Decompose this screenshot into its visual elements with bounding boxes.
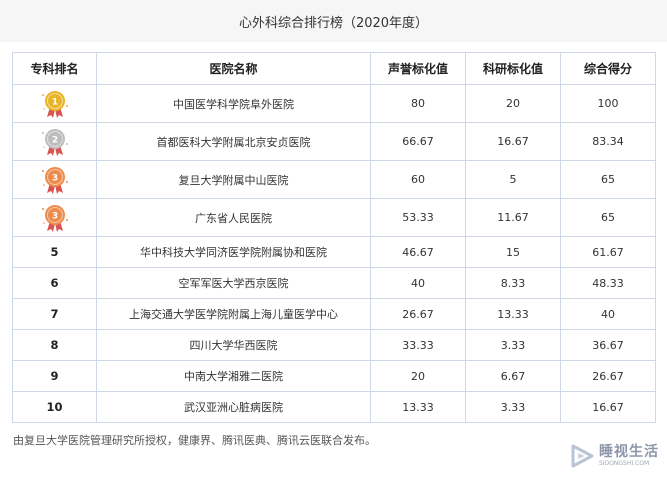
hospital-name-cell: 华中科技大学同济医学院附属协和医院	[96, 236, 371, 268]
total-score-cell: 48.33	[560, 267, 656, 299]
watermark-logo: 睡视生活 SIDONGSHI.COM	[569, 443, 659, 469]
medal-rank-number: 2	[51, 135, 57, 145]
rank-cell: 6	[12, 267, 97, 299]
hospital-name-cell: 中南大学湘雅二医院	[96, 360, 371, 392]
research-score-cell: 20	[465, 84, 561, 123]
header-reputation: 声誉标化值	[370, 52, 466, 85]
table-row: 8 四川大学华西医院 33.33 3.33 36.67	[12, 329, 656, 361]
header-total: 综合得分	[560, 52, 656, 85]
research-score-cell: 16.67	[465, 122, 561, 161]
rank-cell: 3	[12, 160, 97, 199]
table-header-row: 专科排名 医院名称 声誉标化值 科研标化值 综合得分	[12, 52, 656, 85]
table-row: 1 中国医学科学院阜外医院 80 20 100	[12, 84, 656, 123]
hospital-name-cell: 武汉亚洲心脏病医院	[96, 391, 371, 423]
reputation-score-cell: 26.67	[370, 298, 466, 330]
table-row: 2 首都医科大学附属北京安贞医院 66.67 16.67 83.34	[12, 122, 656, 161]
reputation-score-cell: 40	[370, 267, 466, 299]
table-row: 6 空军军医大学西京医院 40 8.33 48.33	[12, 267, 656, 299]
medal-rank-number: 3	[51, 211, 57, 221]
total-score-cell: 83.34	[560, 122, 656, 161]
reputation-score-cell: 60	[370, 160, 466, 199]
rank-cell: 5	[12, 236, 97, 268]
header-rank: 专科排名	[12, 52, 97, 85]
ranking-table: 专科排名 医院名称 声誉标化值 科研标化值 综合得分 1 中国医学科学院阜外医院 8…	[12, 52, 656, 423]
table-row: 3 复旦大学附属中山医院 60 5 65	[12, 160, 656, 199]
reputation-score-cell: 66.67	[370, 122, 466, 161]
header-research: 科研标化值	[465, 52, 561, 85]
reputation-score-cell: 46.67	[370, 236, 466, 268]
medal-rank-number: 3	[51, 173, 57, 183]
gold-medal-icon: 1	[41, 90, 68, 118]
footer-note: 由复旦大学医院管理研究所授权，健康界、腾讯医典、腾讯云医联合发布。	[13, 434, 376, 447]
silver-medal-icon: 2	[41, 128, 68, 156]
rank-cell: 8	[12, 329, 97, 361]
rank-cell: 2	[12, 122, 97, 161]
research-score-cell: 11.67	[465, 198, 561, 237]
hospital-name-cell: 上海交通大学医学院附属上海儿童医学中心	[96, 298, 371, 330]
total-score-cell: 36.67	[560, 329, 656, 361]
total-score-cell: 26.67	[560, 360, 656, 392]
hospital-name-cell: 复旦大学附属中山医院	[96, 160, 371, 199]
table-row: 5 华中科技大学同济医学院附属协和医院 46.67 15 61.67	[12, 236, 656, 268]
reputation-score-cell: 13.33	[370, 391, 466, 423]
total-score-cell: 65	[560, 160, 656, 199]
research-score-cell: 5	[465, 160, 561, 199]
research-score-cell: 3.33	[465, 391, 561, 423]
research-score-cell: 3.33	[465, 329, 561, 361]
rank-cell: 9	[12, 360, 97, 392]
logo-name: 睡视生活	[599, 444, 659, 460]
total-score-cell: 65	[560, 198, 656, 237]
rank-cell: 3	[12, 198, 97, 237]
header-hospital: 医院名称	[96, 52, 371, 85]
total-score-cell: 16.67	[560, 391, 656, 423]
rank-cell: 1	[12, 84, 97, 123]
table-row: 3 广东省人民医院 53.33 11.67 65	[12, 198, 656, 237]
hospital-name-cell: 广东省人民医院	[96, 198, 371, 237]
play-logo-icon	[571, 444, 594, 468]
table-row: 9 中南大学湘雅二医院 20 6.67 26.67	[12, 360, 656, 392]
bronze-medal-icon: 3	[41, 204, 68, 232]
medal-rank-number: 1	[51, 97, 57, 107]
reputation-score-cell: 33.33	[370, 329, 466, 361]
hospital-name-cell: 空军军医大学西京医院	[96, 267, 371, 299]
reputation-score-cell: 80	[370, 84, 466, 123]
bronze-medal-icon: 3	[41, 166, 68, 194]
logo-url: SIDONGSHI.COM	[599, 460, 650, 467]
total-score-cell: 100	[560, 84, 656, 123]
page-title: 心外科综合排行榜（2020年度）	[0, 0, 667, 42]
hospital-name-cell: 四川大学华西医院	[96, 329, 371, 361]
research-score-cell: 8.33	[465, 267, 561, 299]
rank-cell: 10	[12, 391, 97, 423]
table-body: 1 中国医学科学院阜外医院 80 20 100 2 首都医科大学附属北京安贞医院 66.67 1…	[12, 84, 656, 423]
hospital-name-cell: 中国医学科学院阜外医院	[96, 84, 371, 123]
reputation-score-cell: 53.33	[370, 198, 466, 237]
reputation-score-cell: 20	[370, 360, 466, 392]
table-row: 10 武汉亚洲心脏病医院 13.33 3.33 16.67	[12, 391, 656, 423]
research-score-cell: 15	[465, 236, 561, 268]
hospital-name-cell: 首都医科大学附属北京安贞医院	[96, 122, 371, 161]
total-score-cell: 40	[560, 298, 656, 330]
research-score-cell: 13.33	[465, 298, 561, 330]
research-score-cell: 6.67	[465, 360, 561, 392]
table-row: 7 上海交通大学医学院附属上海儿童医学中心 26.67 13.33 40	[12, 298, 656, 330]
total-score-cell: 61.67	[560, 236, 656, 268]
rank-cell: 7	[12, 298, 97, 330]
